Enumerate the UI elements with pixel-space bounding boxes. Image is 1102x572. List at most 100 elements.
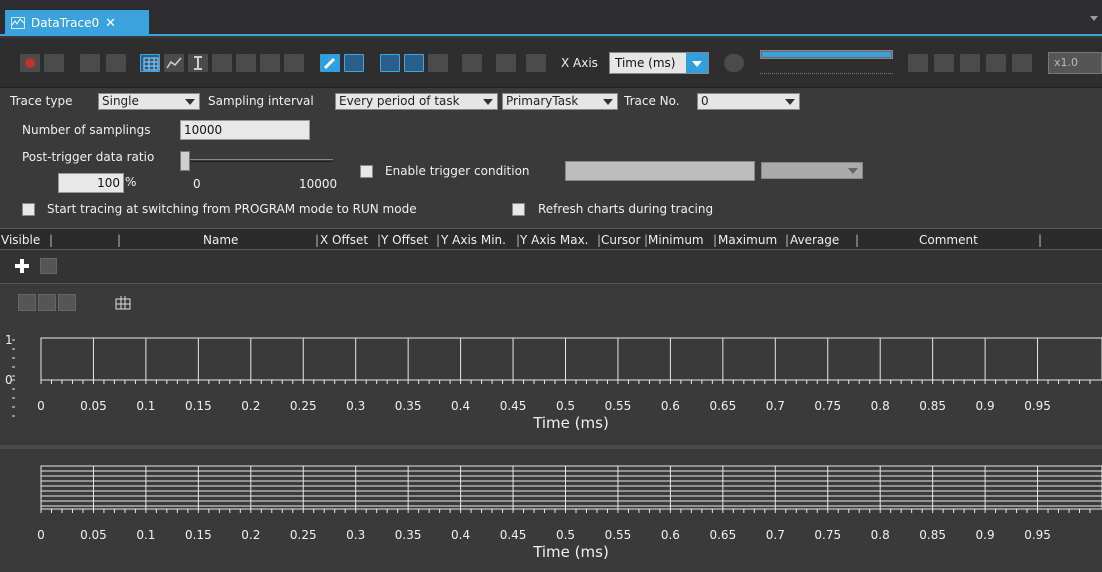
- x-tick-label: 0.55: [605, 399, 632, 413]
- post-trigger-ratio-input[interactable]: 100: [58, 173, 124, 193]
- paste-icon[interactable]: [526, 54, 546, 72]
- zoom-slider[interactable]: [760, 50, 893, 76]
- trace-settings-panel: Trace type Single Sampling interval Ever…: [0, 89, 1102, 227]
- mountain-chart-icon[interactable]: [284, 54, 304, 72]
- measure-icon[interactable]: [236, 54, 256, 72]
- tab-datatrace0[interactable]: DataTrace0 ✕: [5, 10, 149, 36]
- column-separator: |: [49, 233, 54, 247]
- copy-icon[interactable]: [496, 54, 516, 72]
- x-tick-label: 0.95: [1024, 528, 1051, 542]
- column-header-minimum[interactable]: Minimum: [648, 233, 704, 247]
- zoom-slider-ticks: [760, 66, 893, 74]
- start-tracing-label: Start tracing at switching from PROGRAM …: [47, 202, 417, 216]
- column-separator: |: [855, 233, 860, 247]
- x-tick-label: 0.65: [709, 528, 736, 542]
- column-separator: |: [713, 233, 718, 247]
- play-icon[interactable]: [934, 54, 954, 72]
- column-separator: |: [785, 233, 790, 247]
- start-tracing-checkbox[interactable]: [22, 203, 35, 216]
- zoom-slider-fill: [762, 52, 891, 57]
- trigger-icon[interactable]: [80, 54, 100, 72]
- sort-icon[interactable]: [462, 54, 482, 72]
- x-axis-select[interactable]: Time (ms): [609, 52, 709, 74]
- tab-menu-chevron-icon[interactable]: [1090, 16, 1098, 21]
- trace-type-value: Single: [102, 94, 139, 108]
- refresh-charts-checkbox[interactable]: [512, 203, 525, 216]
- toolbar: X Axis Time (ms) x1.0: [0, 38, 1102, 88]
- column-header-y-offset[interactable]: Y Offset: [381, 233, 428, 247]
- last-frame-icon[interactable]: [1012, 54, 1032, 72]
- trace-chart-1[interactable]: 0 0.05 0.1 0.15 0.2 0.25 0.3 0.35 0.4 0.45 0.5 0.55…: [0, 285, 1102, 445]
- trace-no-select[interactable]: 0: [697, 93, 800, 110]
- line-chart-icon[interactable]: [164, 54, 184, 72]
- chart-area: 0 0.05 0.1 0.15 0.2 0.25 0.3 0.35 0.4 0.45 0.5 0.55…: [0, 285, 1102, 572]
- stack-chart-icon[interactable]: [260, 54, 280, 72]
- chevron-down-icon: [781, 94, 799, 109]
- x-tick-label: 0.8: [871, 399, 890, 413]
- x-tick-label: 0.9: [976, 528, 995, 542]
- x-axis-label: X Axis: [561, 56, 598, 70]
- x-tick-label: 0.8: [871, 528, 890, 542]
- trigger-settings-icon[interactable]: [106, 54, 126, 72]
- chart-view-icon[interactable]: [380, 54, 400, 72]
- x-tick-label: 0.7: [766, 528, 785, 542]
- column-header-y-axis-min[interactable]: Y Axis Min.: [441, 233, 506, 247]
- record-icon[interactable]: [20, 54, 40, 72]
- trigger-variable-input[interactable]: [565, 161, 755, 181]
- marker-icon[interactable]: [212, 54, 232, 72]
- slider-min-label: 0: [193, 177, 201, 191]
- column-header-average[interactable]: Average: [790, 233, 839, 247]
- stop-playback-icon[interactable]: [986, 54, 1006, 72]
- column-header-comment[interactable]: Comment: [919, 233, 978, 247]
- column-header-name[interactable]: Name: [203, 233, 238, 247]
- enable-trigger-label: Enable trigger condition: [385, 164, 530, 178]
- trace-icon: [11, 17, 25, 29]
- x-tick-label: 0.6: [661, 528, 680, 542]
- column-header-visible[interactable]: Visible: [1, 233, 40, 247]
- variable-list-icon[interactable]: [344, 54, 364, 72]
- x-tick-label: 0.15: [185, 528, 212, 542]
- first-frame-icon[interactable]: [908, 54, 928, 72]
- table-view-icon[interactable]: [140, 54, 160, 72]
- settings-wrench-icon[interactable]: [320, 54, 340, 72]
- trace-no-value: 0: [701, 94, 709, 108]
- column-header-y-axis-max[interactable]: Y Axis Max.: [520, 233, 588, 247]
- column-header-x-offset[interactable]: X Offset: [320, 233, 368, 247]
- post-trigger-slider[interactable]: [180, 151, 333, 171]
- x-tick-label: 0.55: [605, 528, 632, 542]
- x-tick-label: 0.05: [80, 399, 107, 413]
- playback-speed-select[interactable]: x1.0: [1048, 52, 1102, 74]
- tab-bar: DataTrace0 ✕: [0, 0, 1102, 36]
- x-tick-label: 0.05: [80, 528, 107, 542]
- split-chart-icon[interactable]: [404, 54, 424, 72]
- delete-variable-icon[interactable]: [40, 258, 57, 274]
- post-trigger-ratio-label: Post-trigger data ratio: [22, 150, 155, 164]
- add-variable-icon[interactable]: [14, 258, 30, 274]
- close-icon[interactable]: ✕: [105, 16, 116, 31]
- clock-icon[interactable]: [724, 54, 744, 72]
- x-tick-label: 0.35: [395, 399, 422, 413]
- task-select[interactable]: PrimaryTask: [502, 93, 618, 110]
- x-tick-label: 0.2: [241, 528, 260, 542]
- pause-icon[interactable]: [960, 54, 980, 72]
- sampling-interval-label: Sampling interval: [208, 94, 314, 108]
- post-trigger-unit: %: [125, 175, 137, 189]
- x-tick-label: 0.3: [346, 399, 365, 413]
- trace-chart-2[interactable]: 0 0.05 0.1 0.15 0.2 0.25 0.3 0.35 0.4 0.45 0.5 0.55…: [0, 449, 1102, 572]
- trigger-condition-select[interactable]: [761, 162, 863, 179]
- trace-type-select[interactable]: Single: [98, 93, 200, 110]
- sampling-interval-select[interactable]: Every period of task: [335, 93, 498, 110]
- x-tick-label: 0: [37, 528, 45, 542]
- chevron-down-icon[interactable]: [686, 53, 708, 73]
- number-of-samplings-input[interactable]: 10000: [180, 120, 310, 140]
- post-trigger-slider-thumb[interactable]: [180, 151, 190, 171]
- x-tick-label: 0.4: [451, 528, 470, 542]
- variable-table-toolbar: [0, 250, 1102, 284]
- image-chart-icon[interactable]: [428, 54, 448, 72]
- trace-type-label: Trace type: [10, 94, 73, 108]
- column-header-maximum[interactable]: Maximum: [718, 233, 777, 247]
- stop-icon[interactable]: [44, 54, 64, 72]
- enable-trigger-checkbox[interactable]: [360, 165, 373, 178]
- cursor-icon[interactable]: [188, 54, 208, 72]
- column-header-cursor[interactable]: Cursor: [601, 233, 640, 247]
